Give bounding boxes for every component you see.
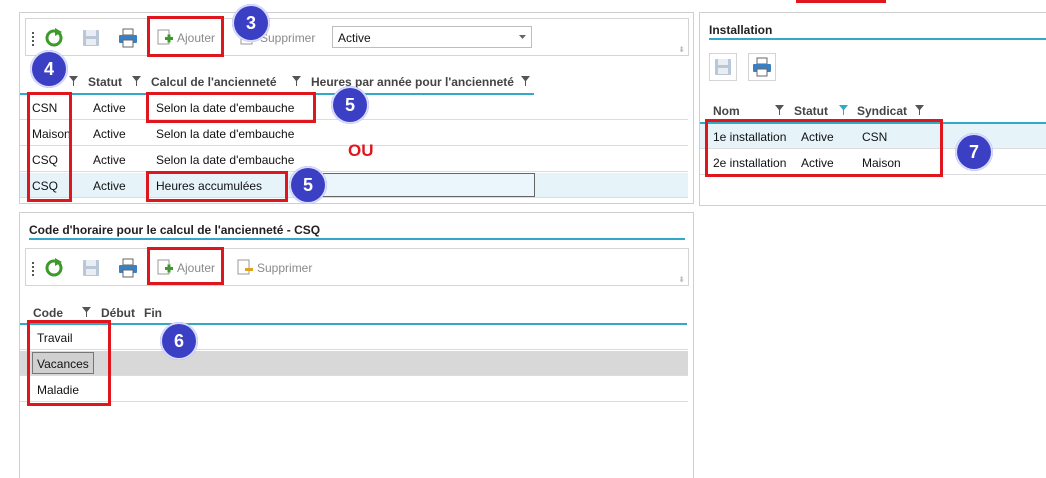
dropdown-arrow-icon — [519, 35, 526, 39]
table-row[interactable]: Travail — [20, 325, 688, 350]
annotation-badge-3: 3 — [232, 4, 270, 42]
schedule-grid-body: Travail Vacances Maladie — [20, 325, 688, 405]
delete-button-label: Supprimer — [257, 261, 313, 275]
cell-calc: Selon la date d'embauche — [156, 153, 295, 167]
header-calc[interactable]: Calcul de l'ancienneté — [151, 75, 277, 89]
header-status[interactable]: Statut — [88, 75, 122, 89]
save-icon — [715, 59, 731, 75]
highlight-union-column — [27, 92, 72, 202]
annotation-badge-6: 6 — [160, 322, 198, 360]
cell-status: Active — [93, 127, 126, 141]
installation-title-underline — [709, 38, 1046, 40]
table-row[interactable]: Maladie — [20, 377, 688, 402]
save-icon[interactable] — [80, 257, 102, 279]
refresh-icon[interactable] — [43, 257, 65, 279]
header-status[interactable]: Statut — [794, 104, 828, 118]
filter-icon[interactable] — [915, 105, 924, 115]
header-name[interactable]: Nom — [713, 104, 740, 118]
cell-calc: Selon la date d'embauche — [156, 127, 295, 141]
filter-icon[interactable] — [292, 76, 301, 86]
annotation-badge-5a: 5 — [331, 86, 369, 124]
schedule-panel-title: Code d'horaire pour le calcul de l'ancie… — [29, 223, 321, 237]
highlight-installations — [705, 119, 943, 177]
save-icon[interactable] — [80, 27, 102, 49]
main-toolbar: Ajouter Supprimer Active ⇟ — [25, 18, 689, 56]
filter-icon-active[interactable] — [839, 105, 848, 115]
highlight-calc-cell-2 — [146, 171, 288, 202]
filter-icon[interactable] — [132, 76, 141, 86]
table-row-selected[interactable]: Vacances — [20, 351, 688, 376]
header-end[interactable]: Fin — [144, 306, 162, 320]
installation-panel-title: Installation — [709, 23, 773, 37]
print-icon[interactable] — [117, 27, 139, 49]
status-select-value: Active — [338, 31, 371, 45]
delete-button[interactable]: Supprimer — [236, 259, 312, 277]
print-icon[interactable] — [117, 257, 139, 279]
annotation-badge-4: 4 — [30, 50, 68, 88]
toolbar-resize-grip: ⇟ — [678, 45, 685, 54]
status-select[interactable]: Active — [332, 26, 532, 48]
top-accent — [796, 0, 886, 3]
cell-status: Active — [93, 153, 126, 167]
filter-icon[interactable] — [82, 307, 91, 317]
header-union[interactable]: Syndicat — [857, 104, 907, 118]
delete-button-label: Supprimer — [260, 31, 316, 45]
refresh-icon[interactable] — [43, 27, 65, 49]
header-code[interactable]: Code — [33, 306, 63, 320]
toolbar-grip[interactable] — [32, 32, 34, 46]
header-start[interactable]: Début — [101, 306, 135, 320]
highlight-calc-cell-1 — [146, 92, 316, 123]
table-row-selected[interactable]: CSQ Active Heures accumulées — [20, 173, 688, 198]
cell-status: Active — [93, 179, 126, 193]
hours-edit-cell[interactable] — [310, 173, 535, 197]
highlight-add-button — [147, 16, 224, 57]
highlight-add-button-2 — [147, 247, 224, 285]
schedule-panel: Code d'horaire pour le calcul de l'ancie… — [19, 212, 694, 478]
filter-icon[interactable] — [775, 105, 784, 115]
highlight-code-column — [27, 320, 111, 406]
annotation-badge-5b: 5 — [289, 166, 327, 204]
or-label: OU — [348, 141, 374, 160]
annotation-badge-7: 7 — [955, 133, 993, 171]
print-icon — [753, 57, 771, 77]
installation-print-button[interactable] — [748, 53, 776, 81]
toolbar-resize-grip: ⇟ — [678, 275, 685, 284]
schedule-grid-header: Code Début Fin — [20, 301, 688, 325]
filter-icon[interactable] — [521, 76, 530, 86]
schedule-toolbar: Ajouter Supprimer ⇟ — [25, 248, 689, 286]
schedule-title-underline — [29, 238, 685, 240]
filter-icon[interactable] — [69, 76, 78, 86]
toolbar-grip[interactable] — [32, 262, 34, 276]
installation-save-button[interactable] — [709, 53, 737, 81]
cell-status: Active — [93, 101, 126, 115]
delete-icon — [237, 259, 253, 275]
